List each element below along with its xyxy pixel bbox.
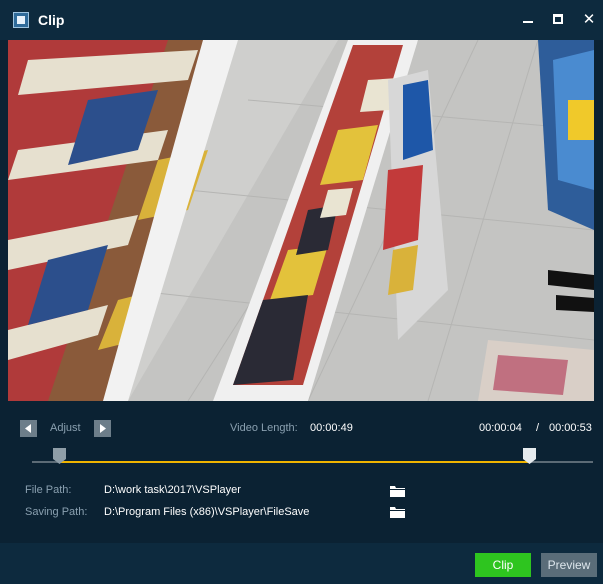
video-frame: [8, 40, 594, 401]
folder-icon[interactable]: [390, 485, 405, 497]
file-path-label: File Path:: [25, 484, 72, 496]
timeline-selection: [60, 461, 530, 463]
clip-button[interactable]: Clip: [475, 553, 531, 577]
time-separator: /: [536, 422, 540, 434]
total-time: 00:00:53: [549, 422, 592, 434]
triangle-left-icon: [25, 424, 31, 433]
saving-path-value: D:\Program Files (x86)\VSPlayer\FileSave: [104, 506, 310, 518]
adjust-right-button[interactable]: [94, 420, 111, 437]
video-length-label: Video Length:: [230, 422, 298, 434]
title-bar: Clip ✕: [0, 0, 603, 40]
close-icon[interactable]: ✕: [581, 12, 597, 28]
adjust-label: Adjust: [50, 422, 81, 434]
clip-start-handle[interactable]: [53, 448, 66, 464]
app-icon: [13, 12, 29, 28]
controls-panel: Adjust Video Length: 00:00:49 00:00:04 /…: [0, 403, 603, 543]
video-length-value: 00:00:49: [310, 422, 353, 434]
adjust-left-button[interactable]: [20, 420, 37, 437]
preview-button[interactable]: Preview: [541, 553, 597, 577]
saving-path-label: Saving Path:: [25, 506, 88, 518]
triangle-right-icon: [100, 424, 106, 433]
minimize-icon[interactable]: [520, 12, 536, 28]
folder-icon[interactable]: [390, 506, 405, 518]
video-scene: [8, 40, 594, 401]
file-path-value: D:\work task\2017\VSPlayer: [104, 484, 241, 496]
current-time: 00:00:04: [479, 422, 522, 434]
maximize-icon[interactable]: [551, 12, 567, 28]
window-title: Clip: [38, 12, 65, 28]
clip-window: Clip ✕ Adjust Video Length: 00:00:49 00:…: [0, 0, 603, 584]
clip-end-handle[interactable]: [523, 448, 536, 464]
